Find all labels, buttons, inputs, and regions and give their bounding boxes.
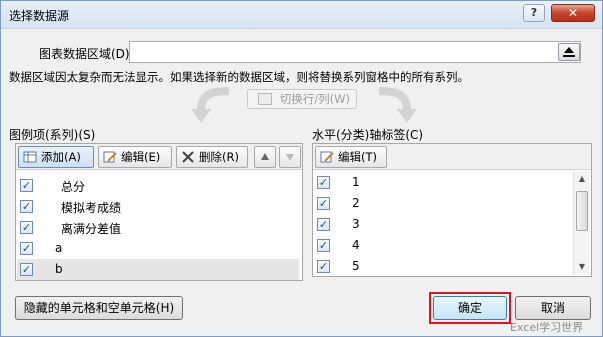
watermark: Excel学习世界 [510, 321, 584, 334]
legend-item-checkbox[interactable]: ✓ [20, 200, 33, 213]
collapse-arrow-icon [563, 47, 575, 57]
axis-list-scrollbar[interactable]: ▲ ▼ [573, 171, 590, 275]
legend-item-label: a [55, 241, 63, 255]
legend-item-label: 离满分差值 [61, 222, 122, 236]
axis-item-checkbox[interactable]: ✓ [317, 239, 330, 252]
axis-item-label: 5 [352, 259, 360, 273]
axis-item-row[interactable]: ✓ 4 [314, 235, 572, 256]
axis-item-label: 1 [352, 175, 360, 189]
scroll-down-icon[interactable]: ▼ [574, 259, 590, 275]
collapse-range-button[interactable] [558, 43, 580, 61]
legend-item-checkbox[interactable]: ✓ [20, 221, 33, 234]
triangle-up-icon [261, 153, 269, 160]
edit-table-icon [103, 151, 117, 163]
legend-item-label: 总分 [61, 180, 86, 194]
move-up-button[interactable] [254, 146, 276, 168]
hidden-empty-cells-button[interactable]: 隐藏的单元格和空单元格(H) [15, 296, 183, 320]
help-button[interactable]: ? [523, 4, 545, 22]
legend-item-row[interactable]: ✓ 总分 [17, 175, 299, 196]
legend-item-label: 模拟考成绩 [61, 201, 122, 215]
axis-item-checkbox[interactable]: ✓ [317, 176, 330, 189]
ok-button-highlight [429, 292, 511, 324]
dialog-title: 选择数据源 [9, 9, 70, 23]
axis-item-row[interactable]: ✓ 5 [314, 256, 572, 277]
axis-item-checkbox[interactable]: ✓ [317, 260, 330, 273]
legend-item-row[interactable]: ✓ a [17, 238, 299, 259]
scroll-thumb[interactable] [576, 191, 588, 231]
select-data-source-dialog: 选择数据源 ? ✕ 图表数据区域(D): 数据区域因太复杂而无法显示。如果选择新… [0, 0, 603, 337]
switch-row-column-icon [258, 93, 272, 105]
legend-item-checkbox[interactable]: ✓ [20, 263, 33, 276]
title-bar: 选择数据源 ? ✕ [1, 1, 602, 29]
legend-item-row[interactable]: ✓ 模拟考成绩 [17, 196, 299, 217]
curved-arrow-left-icon [191, 87, 230, 123]
legend-item-checkbox[interactable]: ✓ [20, 179, 33, 192]
add-series-label: 添加(A) [41, 150, 81, 164]
edit-series-button[interactable]: 编辑(E) [98, 146, 172, 168]
axis-labels-label: 水平(分类)轴标签(C) [312, 128, 424, 142]
axis-item-label: 3 [352, 217, 360, 231]
close-button[interactable]: ✕ [551, 4, 595, 22]
cancel-button[interactable]: 取消 [515, 296, 591, 320]
curved-arrow-right-icon [378, 87, 417, 123]
legend-item-label: b [55, 262, 63, 276]
edit-table-icon [320, 151, 334, 163]
legend-entries-panel: 添加(A) 编辑(E) 删除(R) ✓ 总分 ✓ 模拟考成绩 ✓ 离满分差值 ✓… [15, 143, 303, 281]
legend-toolbar: 添加(A) 编辑(E) 删除(R) [16, 144, 302, 170]
edit-series-label: 编辑(E) [121, 150, 161, 164]
axis-item-label: 4 [352, 238, 360, 252]
delete-x-icon [182, 151, 194, 163]
axis-toolbar: 编辑(T) [313, 144, 591, 170]
legend-item-checkbox[interactable]: ✓ [20, 242, 33, 255]
legend-item-row-selected[interactable]: ✓ b [17, 259, 299, 280]
triangle-down-icon [286, 154, 294, 161]
axis-item-row[interactable]: ✓ 1 [314, 172, 572, 193]
add-table-icon [23, 151, 37, 163]
move-down-button[interactable] [279, 146, 301, 168]
axis-item-checkbox[interactable]: ✓ [317, 197, 330, 210]
remove-series-button[interactable]: 删除(R) [176, 146, 248, 168]
scroll-up-icon[interactable]: ▲ [574, 171, 590, 187]
axis-item-row[interactable]: ✓ 3 [314, 214, 572, 235]
axis-labels-panel: 编辑(T) ✓ 1 ✓ 2 ✓ 3 ✓ 4 ✓ 5 ▲ ▼ [312, 143, 592, 277]
switch-row-column-label: 切换行/列(W) [279, 92, 350, 106]
axis-item-label: 2 [352, 196, 360, 210]
axis-item-checkbox[interactable]: ✓ [317, 218, 330, 231]
legend-item-row[interactable]: ✓ 离满分差值 [17, 217, 299, 238]
chart-data-range-input[interactable] [129, 41, 581, 63]
axis-item-row[interactable]: ✓ 2 [314, 193, 572, 214]
edit-axis-labels-label: 编辑(T) [338, 150, 377, 164]
range-warning-text: 数据区域因太复杂而无法显示。如果选择新的数据区域，则将替换系列窗格中的所有系列。 [9, 70, 469, 84]
add-series-button[interactable]: 添加(A) [18, 146, 94, 168]
edit-axis-labels-button[interactable]: 编辑(T) [315, 146, 387, 168]
chart-data-range-label: 图表数据区域(D): [39, 47, 134, 61]
switch-row-column-button[interactable]: 切换行/列(W) [247, 89, 357, 109]
remove-series-label: 删除(R) [199, 150, 239, 164]
legend-entries-label: 图例项(系列)(S) [9, 128, 96, 142]
